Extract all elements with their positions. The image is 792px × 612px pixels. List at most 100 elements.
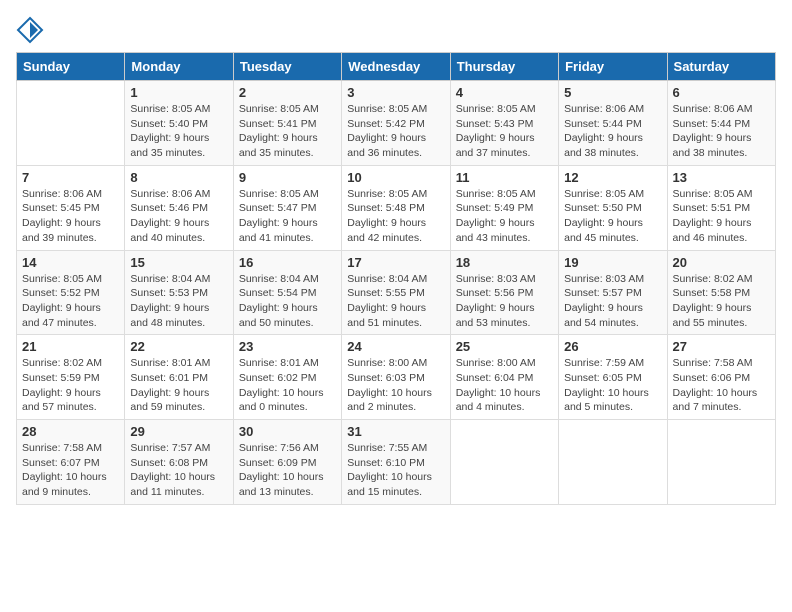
- day-cell: 10 Sunrise: 8:05 AMSunset: 5:48 PMDayligh…: [342, 165, 450, 250]
- day-cell: 30 Sunrise: 7:56 AMSunset: 6:09 PMDayligh…: [233, 420, 341, 505]
- header-wednesday: Wednesday: [342, 53, 450, 81]
- day-info: Sunrise: 8:04 AMSunset: 5:55 PMDaylight:…: [347, 272, 444, 331]
- day-number: 10: [347, 170, 444, 185]
- page-header: [16, 16, 776, 44]
- day-info: Sunrise: 8:05 AMSunset: 5:41 PMDaylight:…: [239, 102, 336, 161]
- calendar-header-row: SundayMondayTuesdayWednesdayThursdayFrid…: [17, 53, 776, 81]
- day-number: 18: [456, 255, 553, 270]
- day-cell: [450, 420, 558, 505]
- day-info: Sunrise: 8:02 AMSunset: 5:58 PMDaylight:…: [673, 272, 770, 331]
- day-cell: [667, 420, 775, 505]
- day-number: 22: [130, 339, 227, 354]
- day-cell: 18 Sunrise: 8:03 AMSunset: 5:56 PMDayligh…: [450, 250, 558, 335]
- day-number: 9: [239, 170, 336, 185]
- day-number: 16: [239, 255, 336, 270]
- day-number: 13: [673, 170, 770, 185]
- day-number: 12: [564, 170, 661, 185]
- day-cell: [559, 420, 667, 505]
- day-info: Sunrise: 7:58 AMSunset: 6:06 PMDaylight:…: [673, 356, 770, 415]
- day-cell: 2 Sunrise: 8:05 AMSunset: 5:41 PMDaylight…: [233, 81, 341, 166]
- day-info: Sunrise: 8:03 AMSunset: 5:57 PMDaylight:…: [564, 272, 661, 331]
- day-cell: 23 Sunrise: 8:01 AMSunset: 6:02 PMDayligh…: [233, 335, 341, 420]
- day-info: Sunrise: 7:57 AMSunset: 6:08 PMDaylight:…: [130, 441, 227, 500]
- day-info: Sunrise: 7:55 AMSunset: 6:10 PMDaylight:…: [347, 441, 444, 500]
- day-number: 7: [22, 170, 119, 185]
- day-cell: 15 Sunrise: 8:04 AMSunset: 5:53 PMDayligh…: [125, 250, 233, 335]
- day-number: 30: [239, 424, 336, 439]
- day-cell: [17, 81, 125, 166]
- week-row-0: 1 Sunrise: 8:05 AMSunset: 5:40 PMDaylight…: [17, 81, 776, 166]
- day-number: 21: [22, 339, 119, 354]
- day-info: Sunrise: 8:06 AMSunset: 5:44 PMDaylight:…: [673, 102, 770, 161]
- day-number: 29: [130, 424, 227, 439]
- header-thursday: Thursday: [450, 53, 558, 81]
- day-cell: 19 Sunrise: 8:03 AMSunset: 5:57 PMDayligh…: [559, 250, 667, 335]
- day-info: Sunrise: 8:06 AMSunset: 5:46 PMDaylight:…: [130, 187, 227, 246]
- day-info: Sunrise: 7:58 AMSunset: 6:07 PMDaylight:…: [22, 441, 119, 500]
- day-number: 6: [673, 85, 770, 100]
- day-number: 25: [456, 339, 553, 354]
- day-info: Sunrise: 8:04 AMSunset: 5:54 PMDaylight:…: [239, 272, 336, 331]
- day-info: Sunrise: 8:05 AMSunset: 5:40 PMDaylight:…: [130, 102, 227, 161]
- day-cell: 20Sunrise: 8:02 AMSunset: 5:58 PMDayligh…: [667, 250, 775, 335]
- day-cell: 17Sunrise: 8:04 AMSunset: 5:55 PMDayligh…: [342, 250, 450, 335]
- day-info: Sunrise: 8:05 AMSunset: 5:42 PMDaylight:…: [347, 102, 444, 161]
- day-number: 19: [564, 255, 661, 270]
- logo-icon: [16, 16, 44, 44]
- day-cell: 9 Sunrise: 8:05 AMSunset: 5:47 PMDaylight…: [233, 165, 341, 250]
- day-info: Sunrise: 8:00 AMSunset: 6:03 PMDaylight:…: [347, 356, 444, 415]
- day-cell: 22 Sunrise: 8:01 AMSunset: 6:01 PMDayligh…: [125, 335, 233, 420]
- day-number: 28: [22, 424, 119, 439]
- day-cell: 27 Sunrise: 7:58 AMSunset: 6:06 PMDayligh…: [667, 335, 775, 420]
- day-info: Sunrise: 8:02 AMSunset: 5:59 PMDaylight:…: [22, 356, 119, 415]
- day-cell: 12 Sunrise: 8:05 AMSunset: 5:50 PMDayligh…: [559, 165, 667, 250]
- day-info: Sunrise: 8:05 AMSunset: 5:43 PMDaylight:…: [456, 102, 553, 161]
- day-cell: 5 Sunrise: 8:06 AMSunset: 5:44 PMDaylight…: [559, 81, 667, 166]
- day-number: 31: [347, 424, 444, 439]
- day-cell: 4Sunrise: 8:05 AMSunset: 5:43 PMDaylight…: [450, 81, 558, 166]
- header-tuesday: Tuesday: [233, 53, 341, 81]
- day-cell: 31 Sunrise: 7:55 AMSunset: 6:10 PMDayligh…: [342, 420, 450, 505]
- day-cell: 1 Sunrise: 8:05 AMSunset: 5:40 PMDaylight…: [125, 81, 233, 166]
- day-cell: 25 Sunrise: 8:00 AMSunset: 6:04 PMDayligh…: [450, 335, 558, 420]
- week-row-4: 28 Sunrise: 7:58 AMSunset: 6:07 PMDayligh…: [17, 420, 776, 505]
- day-info: Sunrise: 7:56 AMSunset: 6:09 PMDaylight:…: [239, 441, 336, 500]
- day-cell: 13Sunrise: 8:05 AMSunset: 5:51 PMDayligh…: [667, 165, 775, 250]
- day-cell: 29 Sunrise: 7:57 AMSunset: 6:08 PMDayligh…: [125, 420, 233, 505]
- week-row-1: 7 Sunrise: 8:06 AMSunset: 5:45 PMDaylight…: [17, 165, 776, 250]
- day-cell: 6 Sunrise: 8:06 AMSunset: 5:44 PMDaylight…: [667, 81, 775, 166]
- day-number: 2: [239, 85, 336, 100]
- day-cell: 26Sunrise: 7:59 AMSunset: 6:05 PMDayligh…: [559, 335, 667, 420]
- day-info: Sunrise: 8:03 AMSunset: 5:56 PMDaylight:…: [456, 272, 553, 331]
- week-row-3: 21 Sunrise: 8:02 AMSunset: 5:59 PMDayligh…: [17, 335, 776, 420]
- day-number: 24: [347, 339, 444, 354]
- day-info: Sunrise: 8:04 AMSunset: 5:53 PMDaylight:…: [130, 272, 227, 331]
- day-info: Sunrise: 8:01 AMSunset: 6:02 PMDaylight:…: [239, 356, 336, 415]
- header-sunday: Sunday: [17, 53, 125, 81]
- header-friday: Friday: [559, 53, 667, 81]
- day-number: 1: [130, 85, 227, 100]
- day-info: Sunrise: 8:01 AMSunset: 6:01 PMDaylight:…: [130, 356, 227, 415]
- day-number: 27: [673, 339, 770, 354]
- day-cell: 14Sunrise: 8:05 AMSunset: 5:52 PMDayligh…: [17, 250, 125, 335]
- day-number: 15: [130, 255, 227, 270]
- day-cell: 24 Sunrise: 8:00 AMSunset: 6:03 PMDayligh…: [342, 335, 450, 420]
- header-monday: Monday: [125, 53, 233, 81]
- day-cell: 3Sunrise: 8:05 AMSunset: 5:42 PMDaylight…: [342, 81, 450, 166]
- day-number: 23: [239, 339, 336, 354]
- day-info: Sunrise: 8:05 AMSunset: 5:47 PMDaylight:…: [239, 187, 336, 246]
- day-number: 11: [456, 170, 553, 185]
- day-info: Sunrise: 8:05 AMSunset: 5:48 PMDaylight:…: [347, 187, 444, 246]
- day-cell: 8Sunrise: 8:06 AMSunset: 5:46 PMDaylight…: [125, 165, 233, 250]
- day-info: Sunrise: 8:05 AMSunset: 5:50 PMDaylight:…: [564, 187, 661, 246]
- day-cell: 28 Sunrise: 7:58 AMSunset: 6:07 PMDayligh…: [17, 420, 125, 505]
- day-info: Sunrise: 8:06 AMSunset: 5:44 PMDaylight:…: [564, 102, 661, 161]
- day-info: Sunrise: 8:00 AMSunset: 6:04 PMDaylight:…: [456, 356, 553, 415]
- logo: [16, 16, 48, 44]
- header-saturday: Saturday: [667, 53, 775, 81]
- day-info: Sunrise: 8:06 AMSunset: 5:45 PMDaylight:…: [22, 187, 119, 246]
- day-number: 26: [564, 339, 661, 354]
- week-row-2: 14Sunrise: 8:05 AMSunset: 5:52 PMDayligh…: [17, 250, 776, 335]
- day-number: 5: [564, 85, 661, 100]
- day-cell: 11Sunrise: 8:05 AMSunset: 5:49 PMDayligh…: [450, 165, 558, 250]
